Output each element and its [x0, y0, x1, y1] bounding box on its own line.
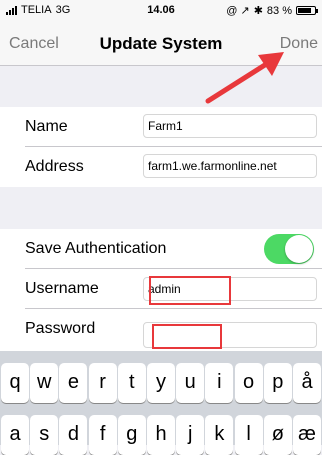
key-j[interactable]: j — [176, 415, 205, 455]
location-icon: @ ↗ — [226, 5, 250, 17]
battery-icon — [296, 6, 318, 15]
battery-fill — [298, 8, 312, 13]
password-highlight-box — [152, 324, 222, 349]
name-row: Name Farm1 — [0, 107, 322, 147]
address-field[interactable]: farm1.we.farmonline.net — [143, 154, 317, 178]
key-l[interactable]: l — [234, 415, 263, 455]
toggle-knob — [285, 235, 313, 263]
key-y[interactable]: y — [147, 363, 175, 403]
key-æ[interactable]: æ — [293, 415, 321, 455]
key-o[interactable]: o — [234, 363, 263, 403]
key-q[interactable]: q — [1, 363, 29, 403]
username-highlight-box — [149, 276, 231, 305]
key-s[interactable]: s — [30, 415, 59, 455]
key-d[interactable]: d — [59, 415, 88, 455]
status-right: @ ↗ ✱ 83 % — [226, 4, 318, 17]
keyboard: qwertyuiopå asdfghjkløæ — [0, 351, 322, 455]
page-title: Update System — [99, 34, 223, 53]
key-e[interactable]: e — [59, 363, 88, 403]
key-a[interactable]: a — [1, 415, 29, 455]
save-auth-toggle[interactable] — [264, 234, 314, 264]
done-button[interactable]: Done — [280, 35, 318, 53]
key-p[interactable]: p — [263, 363, 292, 403]
key-u[interactable]: u — [176, 363, 205, 403]
username-label: Username — [25, 280, 99, 297]
bluetooth-icon: ✱ — [253, 5, 263, 17]
address-label: Address — [25, 158, 84, 175]
key-r[interactable]: r — [88, 363, 117, 403]
nav-bar: Cancel Update System Done — [0, 22, 322, 66]
save-auth-row: Save Authentication — [0, 229, 322, 269]
address-row: Address farm1.we.farmonline.net — [0, 147, 322, 187]
battery-percent: 83 % — [266, 4, 292, 17]
key-g[interactable]: g — [117, 415, 146, 455]
key-w[interactable]: w — [30, 363, 59, 403]
password-label: Password — [25, 320, 96, 337]
key-t[interactable]: t — [117, 363, 146, 403]
key-i[interactable]: i — [205, 363, 234, 403]
key-f[interactable]: f — [88, 415, 117, 455]
key-ø[interactable]: ø — [263, 415, 292, 455]
save-auth-label: Save Authentication — [25, 240, 167, 257]
key-h[interactable]: h — [147, 415, 175, 455]
name-field[interactable]: Farm1 — [143, 114, 317, 138]
name-label: Name — [25, 118, 68, 135]
key-å[interactable]: å — [293, 363, 321, 403]
key-k[interactable]: k — [205, 415, 234, 455]
status-bar: TELIA 3G 14.06 @ ↗ ✱ 83 % — [0, 0, 322, 22]
